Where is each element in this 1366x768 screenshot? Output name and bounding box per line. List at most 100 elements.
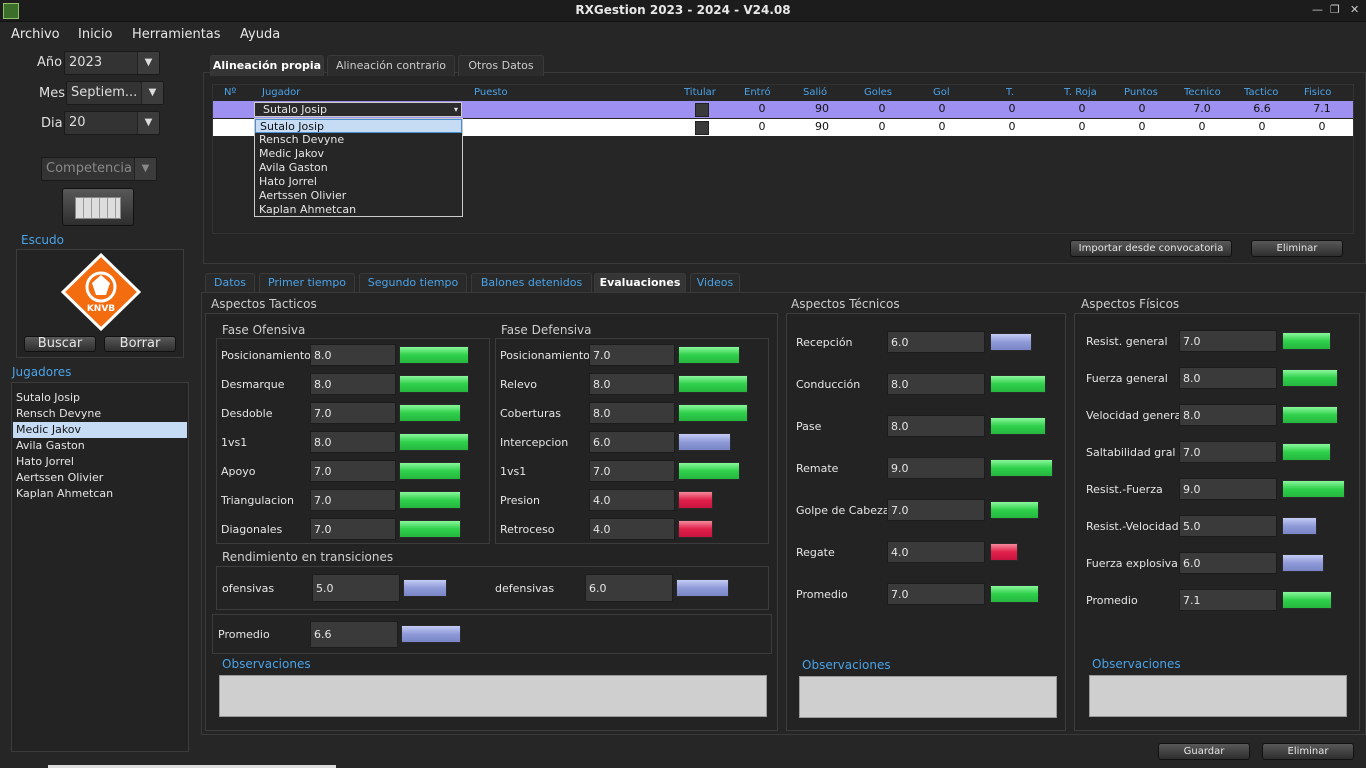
eval-value-field[interactable]: 7.1 — [1179, 589, 1277, 611]
jugadores-list-item[interactable]: Avila Gaston — [13, 438, 187, 454]
jugadores-list-item[interactable]: Hato Jorrel — [13, 454, 187, 470]
jugador-option[interactable]: Rensch Devyne — [255, 133, 462, 147]
eval-value-field[interactable]: 7.0 — [310, 518, 396, 540]
eval-label: Desmarque — [221, 378, 285, 391]
defensivas-field[interactable]: 6.0 — [585, 574, 673, 602]
jugador-dropdown[interactable]: Sutalo Josip Rensch Devyne Medic Jakov Avil… — [254, 118, 463, 217]
eval-value-field[interactable]: 9.0 — [887, 457, 985, 479]
eliminar-row-button[interactable]: Eliminar — [1251, 240, 1343, 257]
promedio-tactico-field[interactable]: 6.6 — [310, 621, 398, 648]
mes-combo[interactable]: Septiem... ▼ — [66, 81, 164, 105]
eval-value-field[interactable]: 8.0 — [589, 373, 675, 395]
eval-value-field[interactable]: 7.0 — [589, 344, 675, 366]
col-header-gol: Gol — [933, 87, 950, 98]
competencia-combo[interactable]: Competencia ▼ — [41, 157, 157, 181]
jugador-combo[interactable]: Sutalo Josip ▾ — [254, 102, 462, 117]
table-cell-fisico: 7.1 — [1313, 102, 1331, 115]
table-cell-salio: 90 — [815, 102, 829, 115]
eval-value-field[interactable]: 6.0 — [589, 431, 675, 453]
eval-value-field[interactable]: 7.0 — [310, 402, 396, 424]
table-cell-t: 0 — [1008, 120, 1016, 133]
jugadores-list-item[interactable]: Kaplan Ahmetcan — [13, 486, 187, 502]
observaciones-tactico-field[interactable] — [219, 675, 767, 717]
titular-checkbox[interactable] — [695, 121, 709, 135]
eval-value-field[interactable]: 8.0 — [1179, 367, 1277, 389]
tab-evaluaciones[interactable]: Evaluaciones — [594, 273, 686, 292]
jugador-option[interactable]: Avila Gaston — [255, 161, 462, 175]
eval-value-field[interactable]: 8.0 — [310, 373, 396, 395]
eval-label: Posicionamiento — [221, 349, 311, 362]
tab-alineacion-propia[interactable]: Alineación propia — [210, 55, 324, 76]
jugadores-list-item[interactable]: Medic Jakov — [13, 422, 187, 438]
jugador-option[interactable]: Sutalo Josip — [255, 119, 462, 133]
calendar-button[interactable] — [62, 188, 134, 226]
ofensivas-field[interactable]: 5.0 — [312, 574, 400, 602]
close-button[interactable]: ✕ — [1350, 3, 1359, 16]
eval-level-bar — [1282, 406, 1338, 424]
ano-combo[interactable]: 2023 ▼ — [64, 51, 160, 75]
borrar-button[interactable]: Borrar — [104, 336, 176, 352]
eval-value-field[interactable]: 6.0 — [1179, 552, 1277, 574]
eval-value-field[interactable]: 4.0 — [887, 541, 985, 563]
titular-checkbox[interactable] — [695, 103, 709, 117]
menu-archivo[interactable]: Archivo — [11, 27, 60, 42]
dia-value: 20 — [69, 115, 86, 130]
eval-value-field[interactable]: 7.0 — [1179, 441, 1277, 463]
menu-ayuda[interactable]: Ayuda — [240, 27, 280, 42]
jugador-option[interactable]: Medic Jakov — [255, 147, 462, 161]
dia-combo[interactable]: 20 ▼ — [64, 111, 160, 135]
jugadores-list[interactable]: Sutalo Josip Rensch Devyne Medic Jakov Avil… — [11, 382, 189, 752]
observaciones-tecnico-field[interactable] — [799, 676, 1057, 718]
guardar-button[interactable]: Guardar — [1158, 743, 1250, 760]
menu-inicio[interactable]: Inicio — [78, 27, 112, 42]
eval-value-field[interactable]: 8.0 — [310, 344, 396, 366]
jugadores-list-item[interactable]: Rensch Devyne — [13, 406, 187, 422]
eval-value-field[interactable]: 7.0 — [1179, 330, 1277, 352]
eval-value-field[interactable]: 4.0 — [589, 489, 675, 511]
tab-segundo-tiempo[interactable]: Segundo tiempo — [359, 273, 467, 292]
jugador-option[interactable]: Hato Jorrel — [255, 175, 462, 189]
eval-label: Recepción — [796, 336, 853, 349]
col-header-t-roja: T. Roja — [1064, 87, 1097, 98]
tab-videos[interactable]: Videos — [690, 273, 740, 292]
observaciones-fisico-field[interactable] — [1089, 675, 1347, 717]
eval-value-field[interactable]: 8.0 — [589, 402, 675, 424]
tab-primer-tiempo[interactable]: Primer tiempo — [259, 273, 355, 292]
eval-level-bar — [399, 462, 461, 480]
tab-balones-detenidos[interactable]: Balones detenidos — [471, 273, 592, 292]
importar-button[interactable]: Importar desde convocatoria — [1070, 240, 1232, 257]
eval-value-field[interactable]: 7.0 — [887, 499, 985, 521]
eval-value-field[interactable]: 9.0 — [1179, 478, 1277, 500]
tecnicos-title: Aspectos Técnicos — [791, 297, 900, 311]
jugadores-list-item[interactable]: Sutalo Josip — [13, 390, 187, 406]
minimize-button[interactable]: — — [1312, 3, 1323, 16]
eval-value-field[interactable]: 6.0 — [887, 331, 985, 353]
eval-value-field[interactable]: 4.0 — [589, 518, 675, 540]
eval-value-field[interactable]: 8.0 — [310, 431, 396, 453]
chevron-down-icon: ▼ — [137, 52, 159, 74]
eval-value-field[interactable]: 7.0 — [589, 460, 675, 482]
eval-value-field[interactable]: 7.0 — [310, 460, 396, 482]
col-header-puesto: Puesto — [474, 87, 508, 98]
col-header-entro: Entró — [744, 87, 771, 98]
menu-herramientas[interactable]: Herramientas — [132, 27, 221, 42]
eval-value-field[interactable]: 5.0 — [1179, 515, 1277, 537]
tab-otros-datos[interactable]: Otros Datos — [458, 55, 544, 76]
tab-alineacion-contrario[interactable]: Alineación contrario — [327, 55, 455, 76]
ano-label: Año — [37, 55, 63, 70]
jugadores-list-item[interactable]: Aertssen Olivier — [13, 470, 187, 486]
jugador-option[interactable]: Kaplan Ahmetcan — [255, 203, 462, 217]
tab-datos[interactable]: Datos — [205, 273, 255, 292]
eval-value-field[interactable]: 8.0 — [887, 373, 985, 395]
eval-label: Pase — [796, 420, 822, 433]
eval-label: Saltabilidad gral — [1086, 446, 1176, 459]
eval-value-field[interactable]: 7.0 — [887, 583, 985, 605]
col-header-tecnico: Tecnico — [1184, 87, 1221, 98]
jugador-option[interactable]: Aertssen Olivier — [255, 189, 462, 203]
eliminar-button[interactable]: Eliminar — [1262, 743, 1354, 760]
eval-value-field[interactable]: 8.0 — [887, 415, 985, 437]
buscar-button[interactable]: Buscar — [24, 336, 96, 352]
eval-value-field[interactable]: 8.0 — [1179, 404, 1277, 426]
eval-value-field[interactable]: 7.0 — [310, 489, 396, 511]
restore-button[interactable]: ❐ — [1330, 3, 1340, 16]
